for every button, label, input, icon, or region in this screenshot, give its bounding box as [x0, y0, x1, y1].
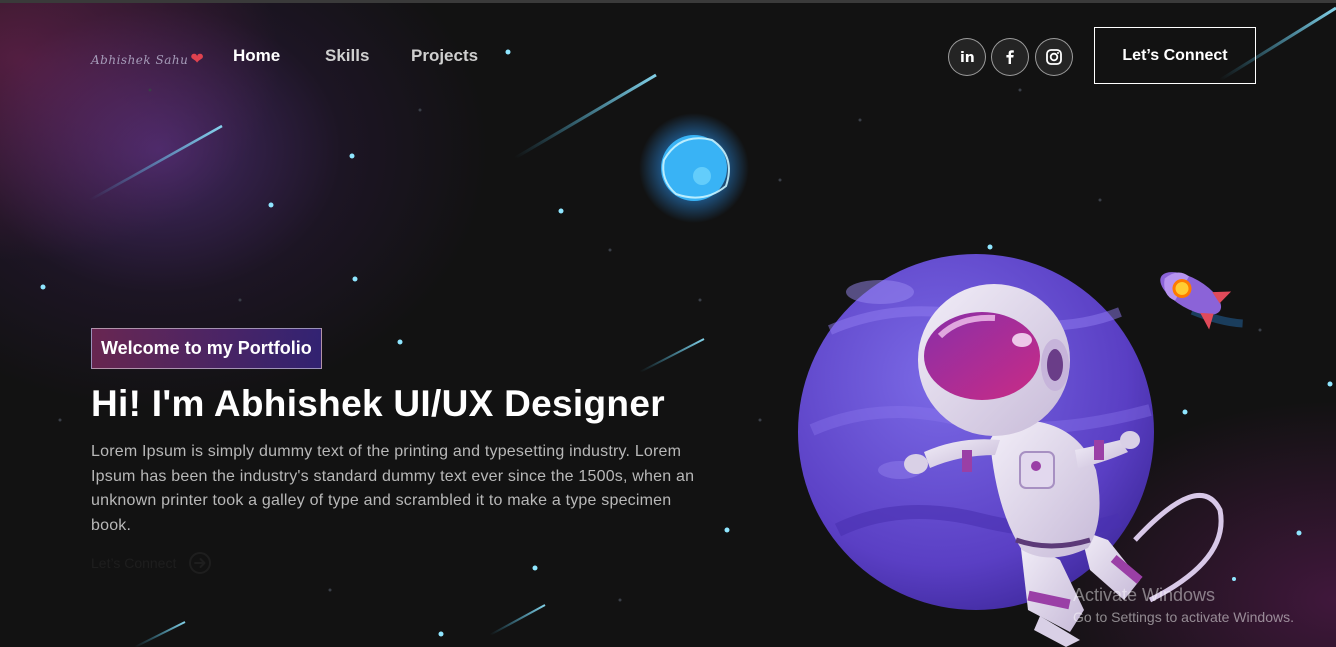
blue-planet	[639, 113, 749, 223]
nav-skills[interactable]: Skills	[325, 46, 369, 66]
logo-text: Abhishek Sahu	[91, 53, 189, 67]
windows-activation-title: Activate Windows	[1073, 585, 1216, 605]
hero-illustration	[639, 113, 1243, 647]
logo[interactable]: Abhishek Sahu ❤	[91, 49, 204, 68]
hero-description: Lorem Ipsum is simply dummy text of the …	[91, 443, 695, 534]
svg-text:in: in	[960, 50, 975, 66]
nav-home[interactable]: Home	[233, 46, 280, 66]
facebook-button[interactable]	[991, 38, 1029, 76]
hero-headline: Hi! I'm Abhishek UI/UX Designer	[91, 383, 665, 424]
instagram-button[interactable]	[1035, 38, 1073, 76]
arrow-right-circle-icon	[189, 552, 212, 574]
instagram-icon	[1046, 49, 1062, 65]
windows-activation-subtitle: Go to Settings to activate Windows.	[1073, 609, 1294, 625]
rocket	[1160, 272, 1243, 330]
tagline-badge: Welcome to my Portfolio	[91, 328, 322, 369]
facebook-icon	[1006, 50, 1014, 64]
lets-connect-button[interactable]: Let’s Connect	[1094, 27, 1256, 84]
lets-connect-link-label: Let’s Connect	[91, 555, 177, 571]
lets-connect-link[interactable]: Let’s Connect	[91, 551, 212, 575]
heart-icon: ❤	[190, 49, 205, 68]
linkedin-button[interactable]: in	[948, 38, 986, 76]
linkedin-icon: in	[960, 50, 975, 66]
nav-projects[interactable]: Projects	[411, 46, 478, 66]
